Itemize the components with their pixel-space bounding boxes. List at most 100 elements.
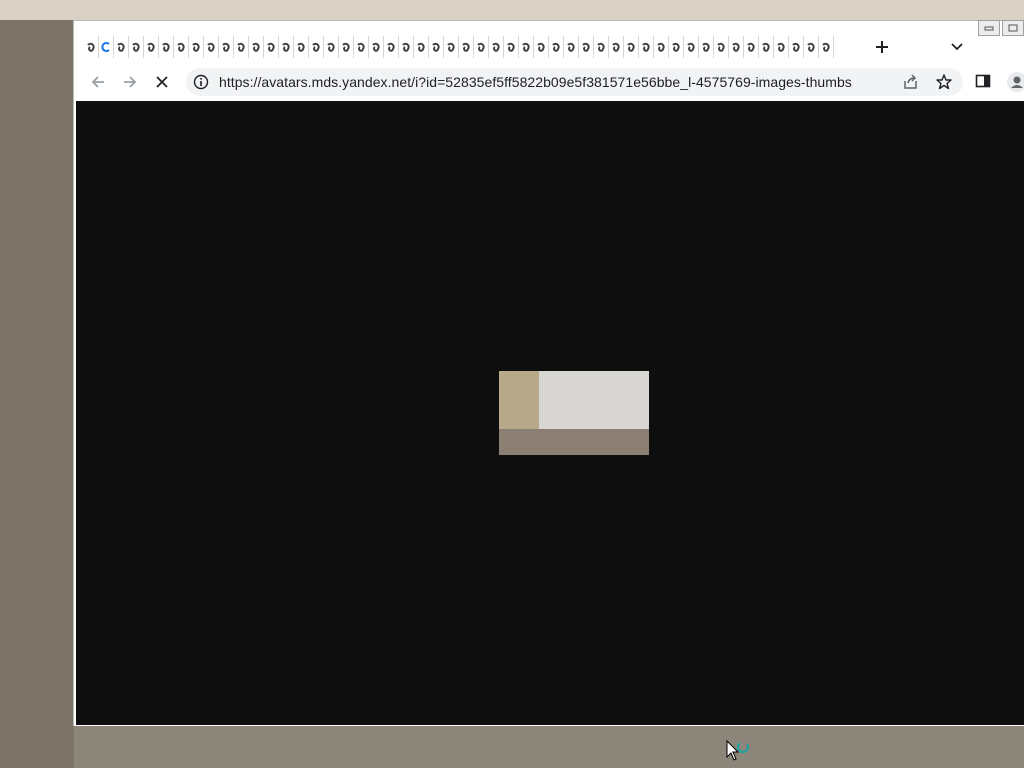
browser-tab[interactable] — [699, 36, 714, 58]
browser-tab[interactable] — [444, 36, 459, 58]
browser-tab[interactable] — [174, 36, 189, 58]
browser-tab[interactable] — [204, 36, 219, 58]
browser-tab[interactable] — [324, 36, 339, 58]
browser-tab[interactable] — [429, 36, 444, 58]
share-button[interactable] — [902, 73, 920, 91]
browser-tab[interactable] — [564, 36, 579, 58]
spiral-favicon-icon — [702, 42, 710, 52]
browser-tab[interactable] — [339, 36, 354, 58]
browser-tab[interactable] — [189, 36, 204, 58]
browser-tab[interactable] — [669, 36, 684, 58]
spiral-favicon-icon — [192, 42, 200, 52]
spiral-favicon-icon — [582, 42, 590, 52]
profile-button[interactable] — [1007, 72, 1024, 92]
minimize-button[interactable] — [978, 20, 1000, 36]
browser-tab[interactable] — [744, 36, 759, 58]
browser-tab[interactable] — [384, 36, 399, 58]
spiral-favicon-icon — [822, 42, 830, 52]
browser-tab[interactable] — [789, 36, 804, 58]
spiral-favicon-icon — [282, 42, 290, 52]
stop-loading-button[interactable] — [150, 70, 174, 94]
browser-tab[interactable] — [294, 36, 309, 58]
browser-tab[interactable] — [714, 36, 729, 58]
browser-tab[interactable] — [474, 36, 489, 58]
new-tab-button[interactable] — [870, 35, 894, 59]
browser-tab[interactable] — [459, 36, 474, 58]
minimize-icon — [984, 26, 994, 31]
browser-tab[interactable] — [504, 36, 519, 58]
spiral-favicon-icon — [177, 42, 185, 52]
spiral-favicon-icon — [297, 42, 305, 52]
address-bar-url[interactable]: https://avatars.mds.yandex.net/i?id=5283… — [219, 74, 852, 90]
browser-tab[interactable] — [249, 36, 264, 58]
spiral-favicon-icon — [372, 42, 380, 52]
spiral-favicon-icon — [462, 42, 470, 52]
bookmark-button[interactable] — [935, 73, 953, 91]
browser-tab[interactable] — [729, 36, 744, 58]
browser-tab[interactable] — [354, 36, 369, 58]
browser-tab[interactable] — [369, 36, 384, 58]
spiral-favicon-icon — [627, 42, 635, 52]
browser-tab[interactable] — [129, 36, 144, 58]
browser-tab[interactable] — [774, 36, 789, 58]
browser-tab[interactable] — [819, 36, 834, 58]
browser-tab[interactable] — [609, 36, 624, 58]
browser-tab[interactable] — [549, 36, 564, 58]
mouse-cursor — [726, 739, 752, 762]
spiral-favicon-icon — [432, 42, 440, 52]
spiral-favicon-icon — [717, 42, 725, 52]
spiral-favicon-icon — [132, 42, 140, 52]
spiral-favicon-icon — [207, 42, 215, 52]
browser-tab[interactable] — [804, 36, 819, 58]
tab-strip — [74, 20, 1024, 63]
profile-icon — [1007, 72, 1024, 92]
browser-tab[interactable] — [279, 36, 294, 58]
tab-search-button[interactable] — [945, 35, 969, 59]
browser-window: https://avatars.mds.yandex.net/i?id=5283… — [73, 20, 1024, 726]
side-panel-button[interactable] — [975, 73, 993, 91]
browser-tab[interactable] — [489, 36, 504, 58]
spiral-favicon-icon — [552, 42, 560, 52]
browser-tab[interactable] — [99, 36, 114, 58]
spiral-favicon-icon — [792, 42, 800, 52]
browser-tab[interactable] — [159, 36, 174, 58]
star-icon — [936, 74, 952, 90]
pointer-busy-icon — [726, 739, 749, 761]
spiral-favicon-icon — [747, 42, 755, 52]
forward-button[interactable] — [118, 70, 142, 94]
browser-tab[interactable] — [264, 36, 279, 58]
browser-tab[interactable] — [234, 36, 249, 58]
spiral-favicon-icon — [477, 42, 485, 52]
plus-icon — [876, 41, 888, 53]
browser-tab[interactable] — [519, 36, 534, 58]
spiral-favicon-icon — [417, 42, 425, 52]
browser-tab[interactable] — [219, 36, 234, 58]
browser-tab[interactable] — [624, 36, 639, 58]
thumbnail-block-bottom — [499, 429, 649, 455]
spiral-favicon-icon — [762, 42, 770, 52]
browser-tab[interactable] — [399, 36, 414, 58]
address-bar[interactable]: https://avatars.mds.yandex.net/i?id=5283… — [186, 68, 963, 96]
browser-tab[interactable] — [654, 36, 669, 58]
browser-tab[interactable] — [684, 36, 699, 58]
image-thumbnail[interactable] — [499, 371, 649, 455]
spiral-favicon-icon — [522, 42, 530, 52]
site-info-button[interactable] — [192, 73, 210, 91]
spiral-favicon-icon — [402, 42, 410, 52]
window-controls — [978, 20, 1024, 38]
spiral-favicon-icon — [101, 42, 110, 52]
back-button[interactable] — [86, 70, 110, 94]
browser-tab[interactable] — [594, 36, 609, 58]
page-viewport — [76, 101, 1024, 725]
browser-tab[interactable] — [114, 36, 129, 58]
spiral-favicon-icon — [87, 42, 95, 52]
browser-tab[interactable] — [579, 36, 594, 58]
browser-tab[interactable] — [414, 36, 429, 58]
restore-button[interactable] — [1002, 20, 1024, 36]
browser-tab[interactable] — [759, 36, 774, 58]
browser-tab[interactable] — [639, 36, 654, 58]
browser-tab[interactable] — [309, 36, 324, 58]
browser-tab[interactable] — [534, 36, 549, 58]
browser-tab[interactable] — [84, 36, 99, 58]
browser-tab[interactable] — [144, 36, 159, 58]
